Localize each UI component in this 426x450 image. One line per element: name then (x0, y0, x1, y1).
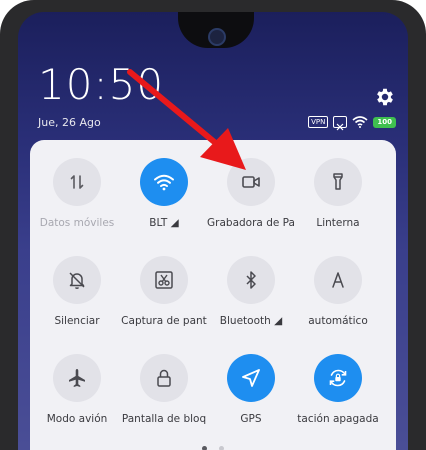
quick-toggle-screen-recorder[interactable]: Grabadora de Pa (205, 158, 297, 229)
flashlight-icon (333, 173, 343, 190)
wifi-status-icon (352, 116, 368, 128)
toggle-button[interactable] (314, 158, 362, 206)
toggle-label: tación apagada (297, 413, 379, 425)
lock-icon (157, 369, 171, 387)
toggle-label: Modo avión (46, 413, 108, 425)
vpn-badge: VPN (308, 116, 329, 128)
toggle-label: GPS (240, 413, 262, 425)
toggle-label: automático (308, 315, 368, 327)
toggle-button[interactable] (53, 256, 101, 304)
page-dot-active[interactable] (202, 446, 208, 450)
quick-toggle-gps[interactable]: GPS (205, 354, 297, 425)
toggle-button[interactable] (53, 354, 101, 402)
airplane-icon (69, 369, 85, 387)
phone-frame: 10:50 Jue, 26 Ago VPN 100 Datos móviles B… (0, 0, 426, 450)
quick-toggle-lock[interactable]: Pantalla de bloq (118, 354, 210, 425)
toggle-label: Silenciar (54, 315, 100, 327)
status-date: Jue, 26 Ago (38, 116, 101, 129)
rotation-lock-icon (329, 369, 347, 387)
toggle-button[interactable] (140, 158, 188, 206)
page-dot[interactable] (218, 446, 224, 450)
screenshot-scissors-icon (155, 271, 173, 289)
toggle-button[interactable] (140, 256, 188, 304)
toggle-label: Bluetooth ◢ (219, 315, 283, 327)
quick-toggle-wifi[interactable]: BLT ◢ (118, 158, 210, 229)
status-icons: VPN 100 (308, 116, 396, 131)
toggle-label: Captura de pant (121, 315, 207, 327)
gps-icon (242, 369, 260, 387)
quick-toggle-data-arrows[interactable]: Datos móviles (31, 158, 123, 229)
wifi-icon (154, 174, 174, 191)
toggle-label: Grabadora de Pa (207, 217, 295, 229)
toggle-button[interactable] (227, 158, 275, 206)
screen: 10:50 Jue, 26 Ago VPN 100 Datos móviles B… (18, 12, 408, 450)
quick-toggle-auto-brightness[interactable]: automático (292, 256, 384, 327)
auto-brightness-icon (332, 272, 344, 288)
data-arrows-icon (70, 175, 84, 189)
toggle-button[interactable] (227, 256, 275, 304)
bell-off-icon (69, 272, 85, 290)
toggle-label: Datos móviles (39, 217, 115, 229)
quick-toggle-screenshot-scissors[interactable]: Captura de pant (118, 256, 210, 327)
toggle-label: BLT ◢ (149, 217, 179, 229)
screen-recorder-icon (242, 176, 260, 188)
notch (178, 12, 254, 48)
toggle-button[interactable] (314, 256, 362, 304)
quick-toggle-flashlight[interactable]: Linterna (292, 158, 384, 229)
toggle-label: Linterna (316, 217, 360, 229)
no-sim-icon (333, 116, 348, 131)
quick-toggle-bluetooth[interactable]: Bluetooth ◢ (205, 256, 297, 327)
status-clock: 10:50 (38, 60, 165, 109)
quick-settings-panel: Datos móviles BLT ◢ Grabadora de Pa Lintern… (30, 140, 396, 450)
bluetooth-icon (246, 271, 256, 289)
quick-toggle-bell-off[interactable]: Silenciar (31, 256, 123, 327)
toggle-button[interactable] (227, 354, 275, 402)
battery-indicator: 100 (373, 116, 396, 128)
gear-icon[interactable] (374, 86, 396, 108)
toggle-label: Pantalla de bloq (121, 413, 207, 425)
quick-toggle-rotation-lock[interactable]: tación apagada (292, 354, 384, 425)
toggle-button[interactable] (140, 354, 188, 402)
toggle-button[interactable] (314, 354, 362, 402)
front-camera-icon (208, 28, 226, 46)
toggle-button[interactable] (53, 158, 101, 206)
page-indicator (30, 436, 396, 450)
quick-toggle-airplane[interactable]: Modo avión (31, 354, 123, 425)
